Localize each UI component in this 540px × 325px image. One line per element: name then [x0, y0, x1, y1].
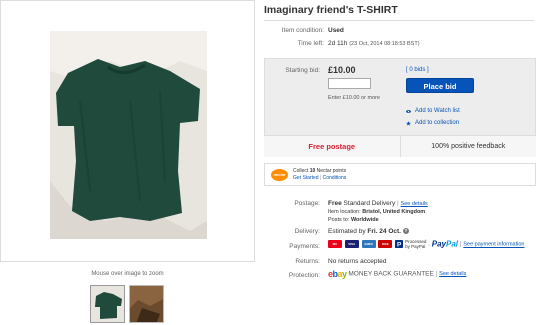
condition-label: Item condition:	[281, 27, 324, 34]
payments-value: MC VISA AMEX MAE P Processed by PayPal ,…	[328, 239, 525, 249]
postage-value: Free Standard Delivery | See details	[328, 200, 428, 207]
posts-to-label: Posts to:	[328, 217, 350, 223]
nectar-separator: |	[319, 175, 322, 181]
eye-icon	[406, 109, 411, 113]
delivery-date: Fri. 24 Oct.	[367, 228, 401, 235]
payment-comma: ,	[428, 240, 430, 248]
posts-to: Posts to: Worldwide	[328, 217, 379, 223]
maestro-icon: MAE	[378, 240, 393, 248]
time-left-detail: (23 Oct, 2014 08:18:53 BST)	[349, 41, 420, 47]
nectar-panel: nectar Collect 10 Nectar points Get Star…	[264, 163, 536, 186]
bids-count-link[interactable]: [ 0 bids ]	[406, 67, 429, 73]
postage-separator: |	[397, 200, 399, 207]
starting-bid-price: £10.00	[328, 65, 356, 75]
collection-label: Add to collection	[415, 120, 460, 126]
time-left-label: Time left:	[297, 40, 325, 47]
nectar-links: Get Started | Conditions	[293, 175, 346, 182]
postage-free: Free	[328, 200, 342, 207]
postage-service: Standard Delivery	[343, 200, 396, 207]
protection-value: ebay MONEY BACK GUARANTEE | See details	[328, 269, 466, 279]
svg-text:P: P	[397, 241, 402, 248]
star-icon	[406, 120, 411, 126]
zoom-hint: Mouse over image to zoom	[91, 271, 164, 277]
nectar-points: 10	[309, 168, 316, 174]
payment-info-link[interactable]: See payment information	[463, 242, 524, 248]
paypal-logo-pay: Pay	[431, 239, 446, 249]
payments-label: Payments:	[289, 243, 320, 250]
processed-line2: by PayPal	[405, 244, 426, 249]
nectar-text: Collect 10 Nectar points Get Started | C…	[293, 168, 346, 182]
visa-icon: VISA	[344, 240, 359, 248]
posts-to-value: Worldwide	[350, 217, 379, 223]
nectar-collect-suffix: Nectar points	[316, 168, 347, 174]
ebay-logo-y: y	[342, 269, 347, 279]
place-bid-button[interactable]: Place bid	[406, 78, 474, 93]
nectar-conditions-link[interactable]: Conditions	[323, 175, 347, 181]
listing-title: Imaginary friend's T-SHIRT	[264, 4, 398, 16]
nectar-logo-icon: nectar	[271, 169, 288, 181]
thumbnail-shirt-icon	[91, 286, 124, 322]
summary-strip: Free postage 100% positive feedback	[264, 135, 536, 157]
ebay-logo: ebay	[328, 269, 347, 279]
amex-icon: AMEX	[361, 240, 376, 248]
info-icon[interactable]: ?	[402, 228, 409, 235]
processed-by-paypal: Processed by PayPal	[405, 239, 426, 249]
bid-amount-input[interactable]	[328, 78, 371, 89]
postage-see-details-link[interactable]: See details	[401, 201, 428, 207]
thumbnail-fabric-icon	[130, 286, 163, 322]
condition-value: Used	[328, 27, 344, 34]
returns-label: Returns:	[295, 258, 320, 265]
protection-label: Protection:	[288, 272, 320, 279]
delivery-prefix: Estimated by	[328, 228, 366, 235]
item-location-label: Item location:	[328, 209, 361, 215]
guarantee-details-link[interactable]: See details	[439, 271, 466, 277]
free-postage-badge: Free postage	[264, 135, 401, 157]
watchlist-label: Add to Watch list	[415, 108, 460, 114]
delivery-value: Estimated by Fri. 24 Oct. ?	[328, 228, 409, 235]
thumbnail-2[interactable]	[129, 285, 164, 323]
mastercard-icon: MC	[328, 240, 342, 248]
delivery-label: Delivery:	[294, 228, 320, 235]
bid-hint: Enter £10.00 or more	[328, 95, 380, 101]
time-left: 2d 11h (23 Oct, 2014 08:18:53 BST)	[328, 40, 420, 47]
nectar-collect-prefix: Collect	[293, 168, 309, 174]
item-location: Item location: Bristol, United Kingdom	[328, 209, 425, 215]
starting-bid-label: Starting bid:	[285, 67, 320, 74]
main-image[interactable]	[50, 31, 207, 239]
seller-feedback: 100% positive feedback	[400, 135, 536, 157]
money-back-guarantee: MONEY BACK GUARANTEE	[348, 270, 434, 278]
paypal-mark-icon: P	[395, 240, 404, 248]
main-image-frame	[0, 0, 255, 262]
paypal-logo: PayPal	[432, 240, 458, 249]
nectar-collect-line: Collect 10 Nectar points	[293, 168, 346, 175]
time-left-value: 2d 11h	[328, 40, 348, 47]
returns-value: No returns accepted	[328, 258, 387, 265]
payment-separator: |	[459, 240, 462, 248]
item-location-value: Bristol, United Kingdom	[362, 209, 426, 215]
t-shirt-photo-icon	[50, 31, 207, 239]
thumbnail-1[interactable]	[90, 285, 125, 323]
title-divider	[264, 20, 534, 21]
postage-label: Postage:	[294, 200, 320, 207]
nectar-get-started-link[interactable]: Get Started	[293, 175, 319, 181]
add-to-collection-link[interactable]: Add to collection	[406, 120, 459, 126]
guarantee-separator: |	[435, 270, 438, 278]
add-to-watchlist-link[interactable]: Add to Watch list	[406, 108, 460, 114]
paypal-logo-pal: Pal	[446, 239, 459, 249]
